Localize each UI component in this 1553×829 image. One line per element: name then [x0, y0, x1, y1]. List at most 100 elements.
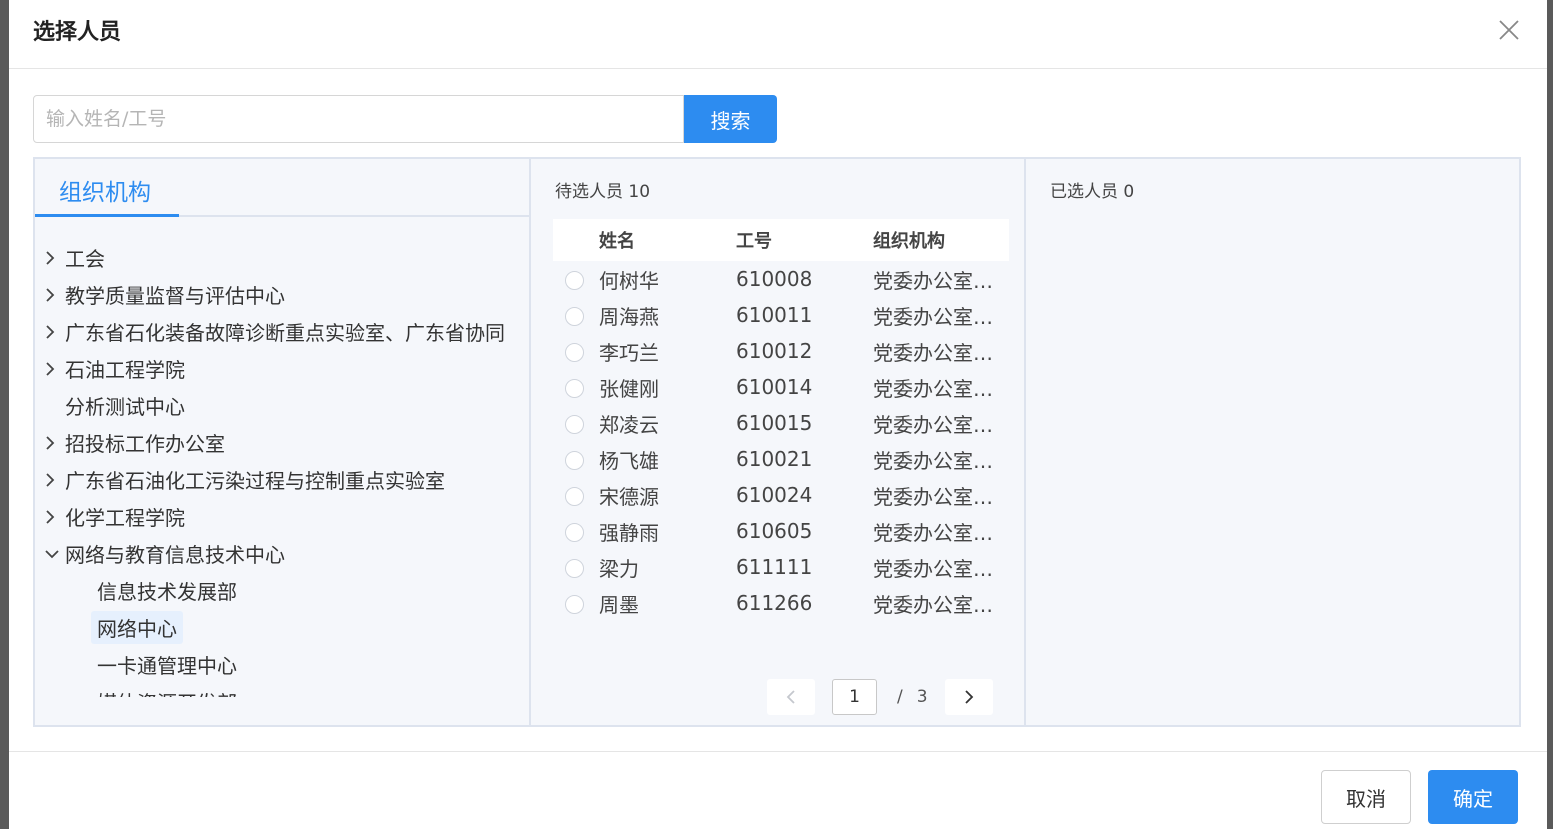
cell-id: 610014: [736, 375, 813, 399]
select-person-dialog: 选择人员 搜索 组织机构 工会 教学质量监督与评估中心: [9, 0, 1547, 829]
cell-org: 党委办公室…: [873, 376, 993, 401]
cell-name: 强静雨: [599, 520, 659, 545]
next-page-button[interactable]: [944, 679, 993, 715]
tree-node-label: 广东省石化装备故障诊断重点实验室、广东省协同: [65, 321, 505, 345]
tree-node[interactable]: 教学质量监督与评估中心: [35, 276, 529, 313]
row-radio[interactable]: [565, 451, 584, 470]
column-header-name: 姓名: [599, 231, 635, 252]
tree-node-expanded[interactable]: 网络与教育信息技术中心: [35, 535, 529, 572]
footer-divider: [9, 751, 1547, 752]
chevron-right-icon[interactable]: [35, 472, 65, 487]
cell-org: 党委办公室…: [873, 304, 993, 329]
cell-name: 周墨: [599, 592, 639, 617]
table-row[interactable]: 郑凌云 610015 党委办公室…: [553, 405, 1009, 441]
tree-node-label: 分析测试中心: [65, 395, 185, 419]
table-row[interactable]: 梁力 611111 党委办公室…: [553, 549, 1009, 585]
tree-child-node-active[interactable]: 网络中心: [35, 609, 529, 646]
prev-page-button[interactable]: [767, 679, 815, 715]
row-radio[interactable]: [565, 379, 584, 398]
page-separator: /: [897, 687, 903, 707]
table-row[interactable]: 宋德源 610024 党委办公室…: [553, 477, 1009, 513]
cell-id: 610008: [736, 267, 813, 291]
tree-child-node[interactable]: 媒体资源开发部: [35, 683, 529, 697]
search-input[interactable]: [33, 95, 684, 143]
cell-id: 610012: [736, 339, 813, 363]
row-radio[interactable]: [565, 595, 584, 614]
chevron-right-icon[interactable]: [35, 287, 65, 302]
chevron-right-icon: [964, 690, 973, 704]
chevron-down-icon[interactable]: [35, 549, 65, 559]
tree-node[interactable]: 广东省石油化工污染过程与控制重点实验室: [35, 461, 529, 498]
tree-node[interactable]: 广东省石化装备故障诊断重点实验室、广东省协同: [35, 313, 529, 350]
cell-id: 610011: [736, 303, 813, 327]
row-radio[interactable]: [565, 415, 584, 434]
dialog-header: 选择人员: [9, 0, 1547, 69]
cancel-button[interactable]: 取消: [1321, 770, 1411, 824]
picker-panels: 组织机构 工会 教学质量监督与评估中心 广东省石化装备故障诊断重点实验室、广东省…: [33, 157, 1521, 727]
tree-node[interactable]: 石油工程学院: [35, 350, 529, 387]
tree-node[interactable]: 分析测试中心: [35, 387, 529, 424]
tree-child-node[interactable]: 信息技术发展部: [35, 572, 529, 609]
table-row[interactable]: 杨飞雄 610021 党委办公室…: [553, 441, 1009, 477]
table-row[interactable]: 李巧兰 610012 党委办公室…: [553, 333, 1009, 369]
search-bar: 搜索: [33, 95, 777, 143]
tree-node[interactable]: 化学工程学院: [35, 498, 529, 535]
chevron-right-icon[interactable]: [35, 361, 65, 376]
table-row[interactable]: 何树华 610008 党委办公室…: [553, 261, 1009, 297]
close-icon[interactable]: [1497, 18, 1521, 42]
tree-node-label: 网络中心: [91, 611, 183, 644]
chevron-right-icon[interactable]: [35, 324, 65, 339]
cell-id: 610015: [736, 411, 813, 435]
confirm-button[interactable]: 确定: [1428, 770, 1518, 824]
table-row[interactable]: 周海燕 610011 党委办公室…: [553, 297, 1009, 333]
column-header-org: 组织机构: [873, 231, 945, 252]
row-radio[interactable]: [565, 307, 584, 326]
tree-node-label: 网络与教育信息技术中心: [65, 543, 285, 567]
tree-node-label: 媒体资源开发部: [91, 685, 243, 697]
cell-id: 611111: [736, 555, 813, 579]
cell-id: 610021: [736, 447, 813, 471]
cell-name: 郑凌云: [599, 412, 659, 437]
chevron-right-icon[interactable]: [35, 435, 65, 450]
chevron-right-icon[interactable]: [35, 250, 65, 265]
modal-backdrop-right: [1547, 0, 1553, 829]
tree-node[interactable]: 招投标工作办公室: [35, 424, 529, 461]
row-radio[interactable]: [565, 343, 584, 362]
cell-org: 党委办公室…: [873, 520, 993, 545]
cell-id: 611266: [736, 591, 813, 615]
candidates-panel: 待选人员 10 姓名 工号 组织机构 何树华 610008 党委办公室… 周海燕: [531, 159, 1026, 725]
table-row[interactable]: 周墨 611266 党委办公室…: [553, 585, 1009, 621]
chevron-right-icon[interactable]: [35, 509, 65, 524]
cell-org: 党委办公室…: [873, 556, 993, 581]
cell-org: 党委办公室…: [873, 484, 993, 509]
cell-name: 张健刚: [599, 376, 659, 401]
tree-node-label: 教学质量监督与评估中心: [65, 284, 285, 308]
tree-node-label: 广东省石油化工污染过程与控制重点实验室: [65, 469, 445, 493]
row-radio[interactable]: [565, 487, 584, 506]
row-radio[interactable]: [565, 559, 584, 578]
candidates-table: 姓名 工号 组织机构 何树华 610008 党委办公室… 周海燕 610011 …: [553, 219, 1009, 621]
search-button[interactable]: 搜索: [684, 95, 777, 143]
cell-org: 党委办公室…: [873, 268, 993, 293]
table-row[interactable]: 张健刚 610014 党委办公室…: [553, 369, 1009, 405]
tree-node-label: 一卡通管理中心: [97, 654, 237, 678]
org-tree: 工会 教学质量监督与评估中心 广东省石化装备故障诊断重点实验室、广东省协同 石油…: [35, 239, 529, 697]
tree-node[interactable]: 工会: [35, 239, 529, 276]
cell-name: 周海燕: [599, 304, 659, 329]
cell-id: 610605: [736, 519, 813, 543]
selected-panel: 已选人员 0: [1026, 159, 1519, 725]
table-row[interactable]: 强静雨 610605 党委办公室…: [553, 513, 1009, 549]
tree-child-node[interactable]: 一卡通管理中心: [35, 646, 529, 683]
cell-org: 党委办公室…: [873, 340, 993, 365]
tab-org-structure[interactable]: 组织机构: [35, 159, 179, 217]
page-number-input[interactable]: 1: [832, 679, 877, 715]
cell-name: 杨飞雄: [599, 448, 659, 473]
cell-id: 610024: [736, 483, 813, 507]
chevron-left-icon: [786, 690, 795, 704]
row-radio[interactable]: [565, 271, 584, 290]
org-panel: 组织机构 工会 教学质量监督与评估中心 广东省石化装备故障诊断重点实验室、广东省…: [35, 159, 531, 725]
row-radio[interactable]: [565, 523, 584, 542]
cell-org: 党委办公室…: [873, 448, 993, 473]
cell-name: 梁力: [599, 556, 639, 581]
dialog-title: 选择人员: [33, 20, 122, 45]
